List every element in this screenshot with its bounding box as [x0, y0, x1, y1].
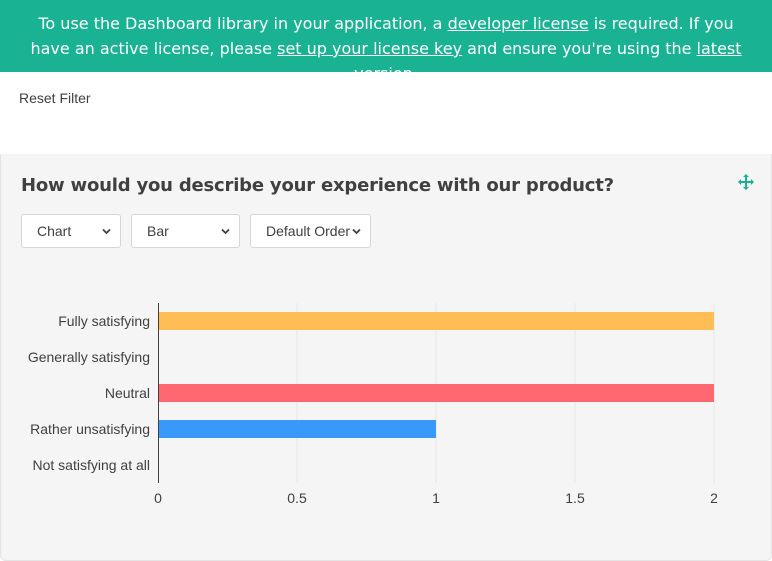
license-banner: To use the Dashboard library in your app… — [0, 0, 772, 83]
bar-chart-svg: 0 0.5 1 1.5 2 Fully satisfying Generally satis… — [28, 303, 718, 506]
bar — [158, 384, 714, 402]
chevron-down-icon — [352, 228, 361, 235]
banner-text-1: To use the Dashboard library in your app… — [38, 14, 448, 33]
bar — [158, 312, 714, 330]
chevron-down-icon — [221, 228, 230, 235]
banner-text-4: . — [412, 64, 418, 83]
order-select[interactable]: Default Order — [250, 214, 371, 248]
x-tick-label: 0.5 — [287, 490, 307, 506]
banner-text-3: and ensure you're using the — [462, 39, 697, 58]
category-label: Generally satisfying — [28, 349, 150, 365]
x-tick-label: 1 — [432, 490, 440, 506]
category-label: Rather unsatisfying — [30, 421, 150, 437]
question-title: How would you describe your experience w… — [21, 175, 614, 196]
bar-chart: 0 0.5 1 1.5 2 Fully satisfying Generally satis… — [1, 284, 772, 534]
developer-license-link[interactable]: developer license — [448, 14, 589, 33]
x-tick-label: 1.5 — [565, 490, 585, 506]
chart-type-select-value: Bar — [147, 223, 169, 239]
visualizer-select-value: Chart — [37, 223, 72, 239]
x-tick-label: 0 — [154, 490, 162, 506]
chart-type-select[interactable]: Bar — [131, 214, 240, 248]
reset-filter-button[interactable]: Reset Filter — [19, 90, 91, 106]
category-label: Neutral — [105, 385, 150, 401]
question-panel: How would you describe your experience w… — [0, 154, 772, 561]
chevron-down-icon — [102, 228, 111, 235]
license-key-link[interactable]: set up your license key — [277, 39, 462, 58]
move-icon[interactable] — [738, 174, 754, 190]
x-tick-label: 2 — [710, 490, 718, 506]
category-label: Fully satisfying — [58, 313, 150, 329]
order-select-value: Default Order — [266, 223, 351, 239]
visualizer-select[interactable]: Chart — [21, 214, 121, 248]
bar — [158, 420, 436, 438]
category-label: Not satisfying at all — [33, 457, 151, 473]
